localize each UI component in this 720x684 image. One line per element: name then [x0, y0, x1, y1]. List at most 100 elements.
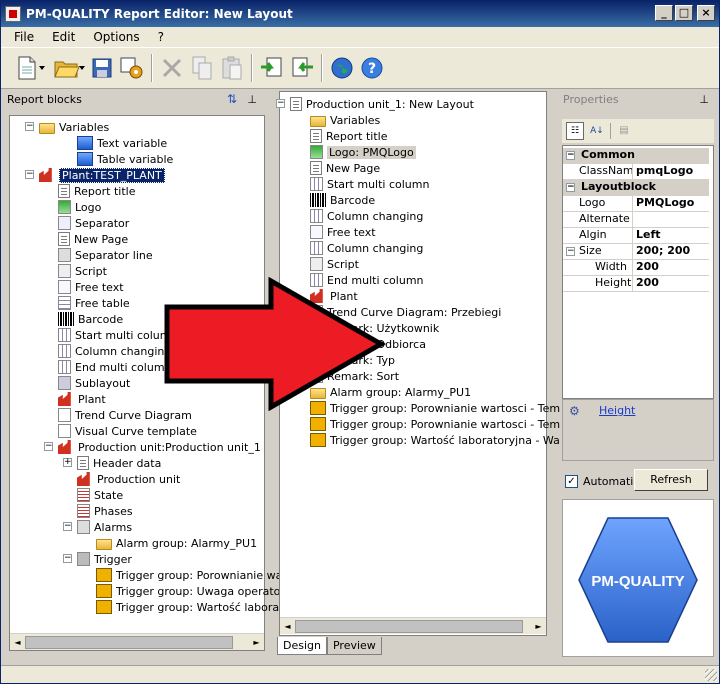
help-button[interactable]: ? — [357, 52, 387, 84]
property-pages-icon[interactable]: ▤ — [615, 122, 633, 140]
property-value[interactable]: PMQLogo — [633, 196, 709, 212]
property-row[interactable]: Algin Left — [563, 228, 709, 244]
collapse-icon[interactable]: − — [276, 99, 285, 108]
tree-item[interactable]: Production unit — [77, 471, 180, 487]
scroll-right-icon[interactable]: ► — [250, 636, 263, 649]
collapse-icon[interactable]: − — [44, 442, 53, 451]
tree-item[interactable]: − Variables — [25, 119, 109, 135]
tree-item[interactable]: Report title — [58, 183, 135, 199]
tree-item[interactable]: End multi column — [58, 359, 172, 375]
tree-item[interactable]: Trigger group: Wartość laborato — [96, 599, 290, 615]
center-horizontal-scrollbar[interactable]: ◄ ► — [280, 617, 546, 634]
tree-item[interactable]: − Production unit:Production unit_1 — [44, 439, 261, 455]
tree-item[interactable]: New Page — [58, 231, 128, 247]
tree-item[interactable]: Trigger group: Porownianie wartosci - Te… — [310, 416, 560, 432]
tree-item[interactable]: Column changing — [310, 240, 423, 256]
collapse-icon[interactable]: − — [63, 554, 72, 563]
menu-file[interactable]: File — [5, 30, 43, 44]
save-button[interactable] — [87, 52, 117, 84]
scroll-left-icon[interactable]: ◄ — [11, 636, 24, 649]
title-bar[interactable]: PM-QUALITY Report Editor: New Layout _ □… — [1, 1, 719, 27]
tree-item[interactable]: − Production unit_1: New Layout — [276, 96, 474, 112]
property-row[interactable]: Width 200 — [563, 260, 709, 276]
sort-icon[interactable]: ⇅ — [227, 92, 237, 106]
open-folder-button[interactable] — [47, 52, 87, 84]
pin-icon[interactable]: ⊥ — [699, 93, 709, 106]
tree-item[interactable]: Barcode — [58, 311, 123, 327]
property-value[interactable]: Left — [633, 228, 709, 244]
collapse-icon[interactable]: − — [25, 170, 34, 179]
tree-item[interactable]: Report title — [310, 128, 387, 144]
tree-item[interactable]: − Trigger — [63, 551, 132, 567]
tree-item[interactable]: Barcode — [310, 192, 375, 208]
property-value[interactable]: 200; 200 — [633, 244, 709, 260]
tree-item[interactable]: Free text — [310, 224, 376, 240]
categorized-icon[interactable]: ☷ — [566, 122, 584, 140]
collapse-icon[interactable]: − — [25, 122, 34, 131]
automatic-checkbox[interactable]: ✓ — [565, 474, 578, 488]
tree-item[interactable]: Sublayout — [58, 375, 130, 391]
copy-button[interactable] — [187, 52, 217, 84]
property-value[interactable]: 200 — [633, 260, 709, 276]
new-document-button[interactable] — [7, 52, 47, 84]
property-row[interactable]: Alternate te — [563, 212, 709, 228]
globe-button[interactable] — [327, 52, 357, 84]
tree-item[interactable]: Visual Curve template — [58, 423, 197, 439]
collapse-icon[interactable]: − — [63, 522, 72, 531]
tree-item[interactable]: Logo: PMQLogo — [310, 144, 416, 160]
property-value[interactable] — [633, 212, 709, 228]
tree-item[interactable]: State — [77, 487, 123, 503]
property-row[interactable]: ClassNamepmqLogo — [563, 164, 709, 180]
tree-item[interactable]: Separator — [58, 215, 129, 231]
tree-item[interactable]: Separator line — [58, 247, 153, 263]
tree-item[interactable]: Script — [58, 263, 107, 279]
tree-item[interactable]: Start multi column — [58, 327, 177, 343]
resize-grip-icon[interactable] — [705, 669, 717, 681]
scroll-thumb[interactable] — [25, 636, 233, 649]
scroll-right-icon[interactable]: ► — [532, 620, 545, 633]
left-horizontal-scrollbar[interactable]: ◄ ► — [10, 633, 264, 650]
close-button[interactable]: × — [697, 5, 715, 21]
tree-item[interactable]: − Alarms — [63, 519, 132, 535]
tree-item[interactable]: − Plant:TEST_PLANT — [25, 167, 165, 183]
property-row[interactable]: Size −200; 200 — [563, 244, 709, 260]
tree-item[interactable]: Script — [310, 256, 359, 272]
delete-button[interactable] — [157, 52, 187, 84]
settings-tool-button[interactable] — [117, 52, 147, 84]
property-grid[interactable]: Common−ClassNamepmqLogoLayoutblock−LogoP… — [562, 145, 714, 399]
paste-button[interactable] — [217, 52, 247, 84]
property-category[interactable]: Layoutblock − — [563, 180, 709, 196]
tree-item[interactable]: Trigger group: Porownianie wart — [96, 567, 291, 583]
tree-item[interactable]: New Page — [310, 160, 380, 176]
property-row[interactable]: Height 200 — [563, 276, 709, 292]
tree-item[interactable]: Variables — [310, 112, 380, 128]
description-link[interactable]: Height — [599, 404, 635, 417]
property-category[interactable]: Common − — [563, 148, 709, 164]
tree-item[interactable]: Trigger group: Wartość laboratoryjna - W… — [310, 432, 560, 448]
menu-edit[interactable]: Edit — [43, 30, 84, 44]
menu-help[interactable]: ? — [149, 30, 173, 44]
refresh-button[interactable]: Refresh — [634, 469, 708, 491]
tree-item[interactable]: Phases — [77, 503, 133, 519]
tree-item[interactable]: Logo — [58, 199, 101, 215]
pin-icon[interactable]: ⊥ — [247, 93, 257, 106]
tree-item[interactable]: Free table — [58, 295, 130, 311]
alphabetical-icon[interactable]: A↓ — [588, 122, 606, 140]
scroll-left-icon[interactable]: ◄ — [281, 620, 294, 633]
export-button[interactable] — [287, 52, 317, 84]
tree-item[interactable]: Alarm group: Alarmy_PU1 — [96, 535, 257, 551]
tree-item[interactable]: + Header data — [63, 455, 161, 471]
tree-item[interactable]: Trigger group: Uwaga operatora — [96, 583, 292, 599]
tree-item[interactable]: Free text — [58, 279, 124, 295]
minimize-button[interactable]: _ — [655, 5, 673, 21]
property-value[interactable]: pmqLogo — [633, 164, 709, 180]
collapse-icon[interactable]: − — [566, 247, 575, 256]
tab-preview[interactable]: Preview — [326, 637, 382, 655]
import-button[interactable] — [257, 52, 287, 84]
tree-item[interactable]: Start multi column — [310, 176, 429, 192]
collapse-icon[interactable]: − — [566, 183, 575, 192]
property-row[interactable]: Logo PMQLogo — [563, 196, 709, 212]
menu-options[interactable]: Options — [84, 30, 148, 44]
tree-item[interactable]: Table variable — [77, 151, 173, 167]
scroll-thumb[interactable] — [295, 620, 523, 633]
